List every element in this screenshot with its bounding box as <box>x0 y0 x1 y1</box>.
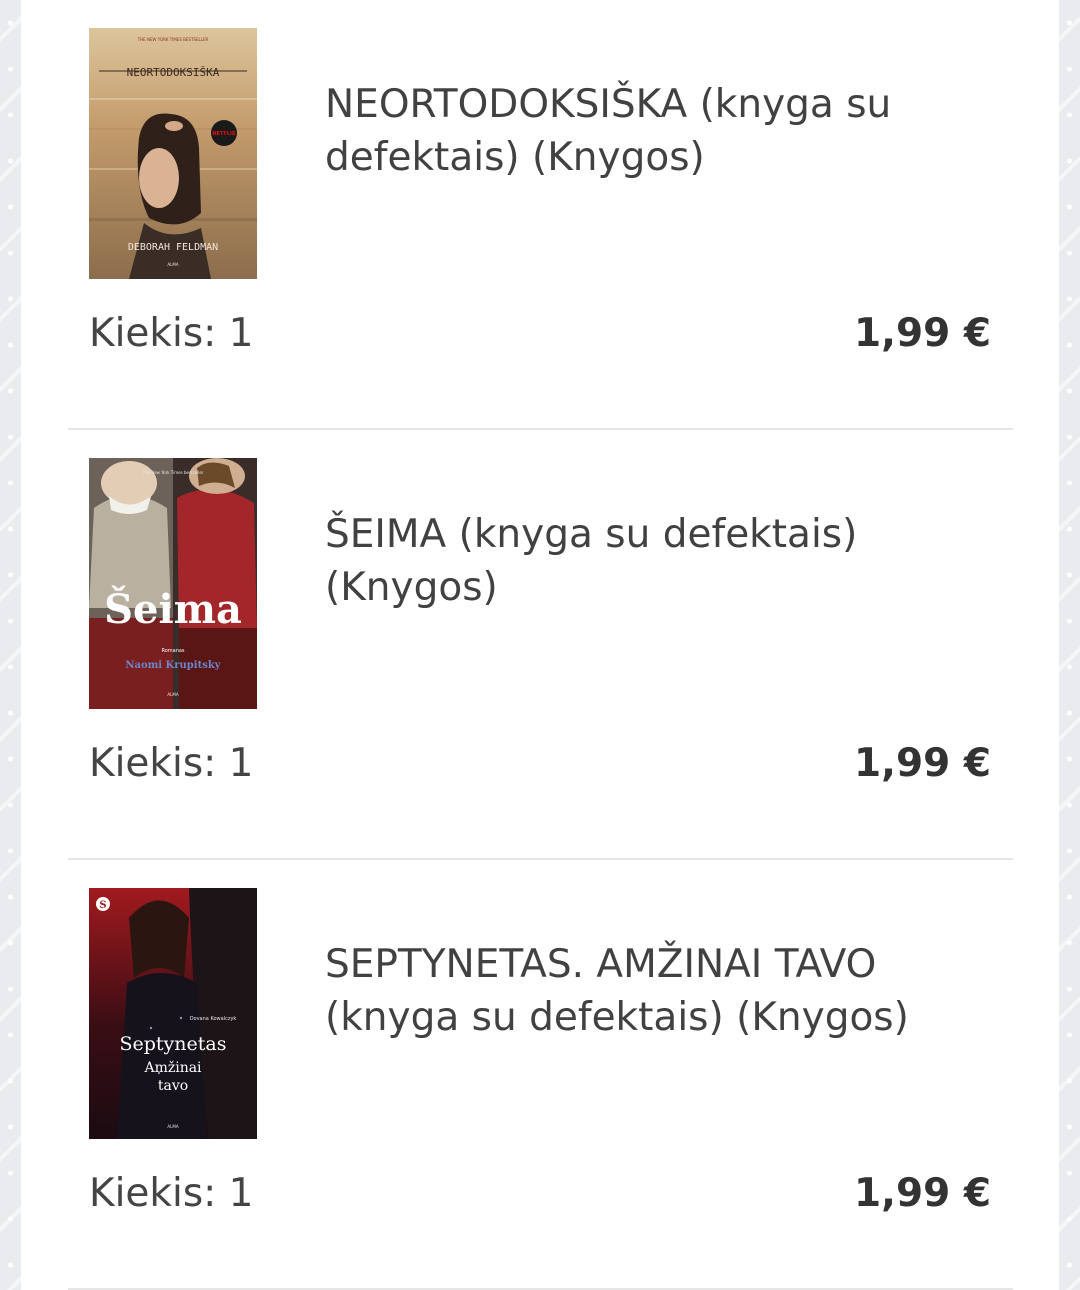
book-cover-neortodoksiska: THE NEW YORK TIMES BESTSELLER NEORTODOKS… <box>89 28 257 279</box>
book-cover-image[interactable]: The New York Times bestseller Šeima Roma… <box>89 458 257 709</box>
cover-publisher: ALMA <box>167 692 178 697</box>
cover-author: Naomi Krupitsky <box>125 660 221 671</box>
quantity-label: Kiekis: 1 <box>89 1171 254 1216</box>
product-title[interactable]: NEORTODOKSIŠKA (knyga su defektais) (Kny… <box>325 78 965 184</box>
cart-items-panel: THE NEW YORK TIMES BESTSELLER NEORTODOKS… <box>21 0 1059 1290</box>
cover-author: Dovana Kowalczyk <box>190 1016 237 1022</box>
background-pattern-right <box>1059 0 1080 1290</box>
cover-top-line: THE NEW YORK TIMES BESTSELLER <box>137 37 209 42</box>
cover-title-line1: Septynetas <box>120 1033 227 1055</box>
cart-item[interactable]: S Dovana Kowalczyk Septynetas Amžinai ta… <box>68 860 1013 1290</box>
book-cover-seima: The New York Times bestseller Šeima Roma… <box>89 458 257 709</box>
book-cover-image[interactable]: THE NEW YORK TIMES BESTSELLER NEORTODOKS… <box>89 28 257 279</box>
cover-title: Šeima <box>104 586 242 633</box>
cover-badge: NETFLIX <box>212 131 235 137</box>
cover-genre: Romanas <box>161 648 184 654</box>
background-pattern-left <box>0 0 21 1290</box>
product-title[interactable]: ŠEIMA (knyga su defektais) (Knygos) <box>325 508 965 614</box>
item-price: 1,99 € <box>854 741 991 786</box>
item-price: 1,99 € <box>854 311 991 356</box>
cover-publisher: ALMA <box>167 1124 178 1129</box>
cover-top-line: The New York Times bestseller <box>142 470 204 475</box>
cover-title-line3: tavo <box>158 1078 188 1094</box>
book-cover-septynetas: S Dovana Kowalczyk Septynetas Amžinai ta… <box>89 888 257 1139</box>
cover-author: DEBORAH FELDMAN <box>128 242 218 253</box>
cover-title: NEORTODOKSIŠKA <box>127 66 220 79</box>
quantity-label: Kiekis: 1 <box>89 741 254 786</box>
item-price: 1,99 € <box>854 1171 991 1216</box>
book-cover-image[interactable]: S Dovana Kowalczyk Septynetas Amžinai ta… <box>89 888 257 1139</box>
product-title[interactable]: SEPTYNETAS. AMŽINAI TAVO (knyga su defek… <box>325 938 965 1044</box>
quantity-label: Kiekis: 1 <box>89 311 254 356</box>
cart-item[interactable]: The New York Times bestseller Šeima Roma… <box>68 430 1013 860</box>
cover-publisher: ALMA <box>167 262 178 267</box>
cover-badge: S <box>99 900 106 911</box>
cover-title-line2: Amžinai <box>143 1060 202 1076</box>
cart-item[interactable]: THE NEW YORK TIMES BESTSELLER NEORTODOKS… <box>68 0 1013 430</box>
